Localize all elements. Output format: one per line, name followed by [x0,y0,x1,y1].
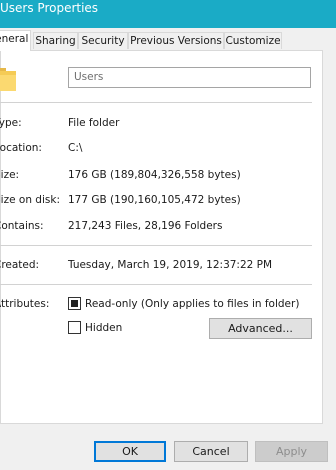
hidden-label[interactable]: Hidden [85,321,122,335]
window-title: Users Properties [0,1,99,15]
size-value: 176 GB (189,804,326,558 bytes) [68,169,241,181]
title-bar[interactable]: Users Properties [0,0,336,28]
folder-name-field[interactable]: Users [68,67,311,88]
indeterminate-mark [71,300,78,307]
size-label: Size: [0,169,20,181]
size-on-disk-label: Size on disk: [0,194,60,206]
attributes-label: Attributes: [0,298,50,310]
apply-button[interactable]: Apply [255,441,328,462]
tab-customize[interactable]: Customize [224,32,282,49]
divider [0,284,312,285]
type-value: File folder [68,117,120,129]
folder-icon [0,68,16,91]
contains-label: Contains: [0,220,44,232]
readonly-label[interactable]: Read-only (Only applies to files in fold… [85,297,299,311]
created-value: Tuesday, March 19, 2019, 12:37:22 PM [68,259,273,271]
divider [0,102,312,103]
tab-general[interactable]: General [0,30,31,51]
general-tab-panel [0,50,323,424]
readonly-checkbox[interactable] [68,297,81,310]
location-label: Location: [0,142,42,154]
location-value: C:\ [68,142,83,154]
tab-sharing[interactable]: Sharing [33,32,78,49]
tab-strip: General Sharing Security Previous Versio… [0,30,336,51]
advanced-button[interactable]: Advanced... [209,318,312,339]
tab-security[interactable]: Security [78,32,128,49]
type-label: Type: [0,117,22,129]
cancel-button[interactable]: Cancel [174,441,248,462]
hidden-checkbox[interactable] [68,321,81,334]
divider [0,245,312,246]
tab-previous-versions[interactable]: Previous Versions [128,32,224,49]
created-label: Created: [0,259,40,271]
ok-button[interactable]: OK [94,441,166,462]
contains-value: 217,243 Files, 28,196 Folders [68,220,223,232]
size-on-disk-value: 177 GB (190,160,105,472 bytes) [68,194,241,206]
